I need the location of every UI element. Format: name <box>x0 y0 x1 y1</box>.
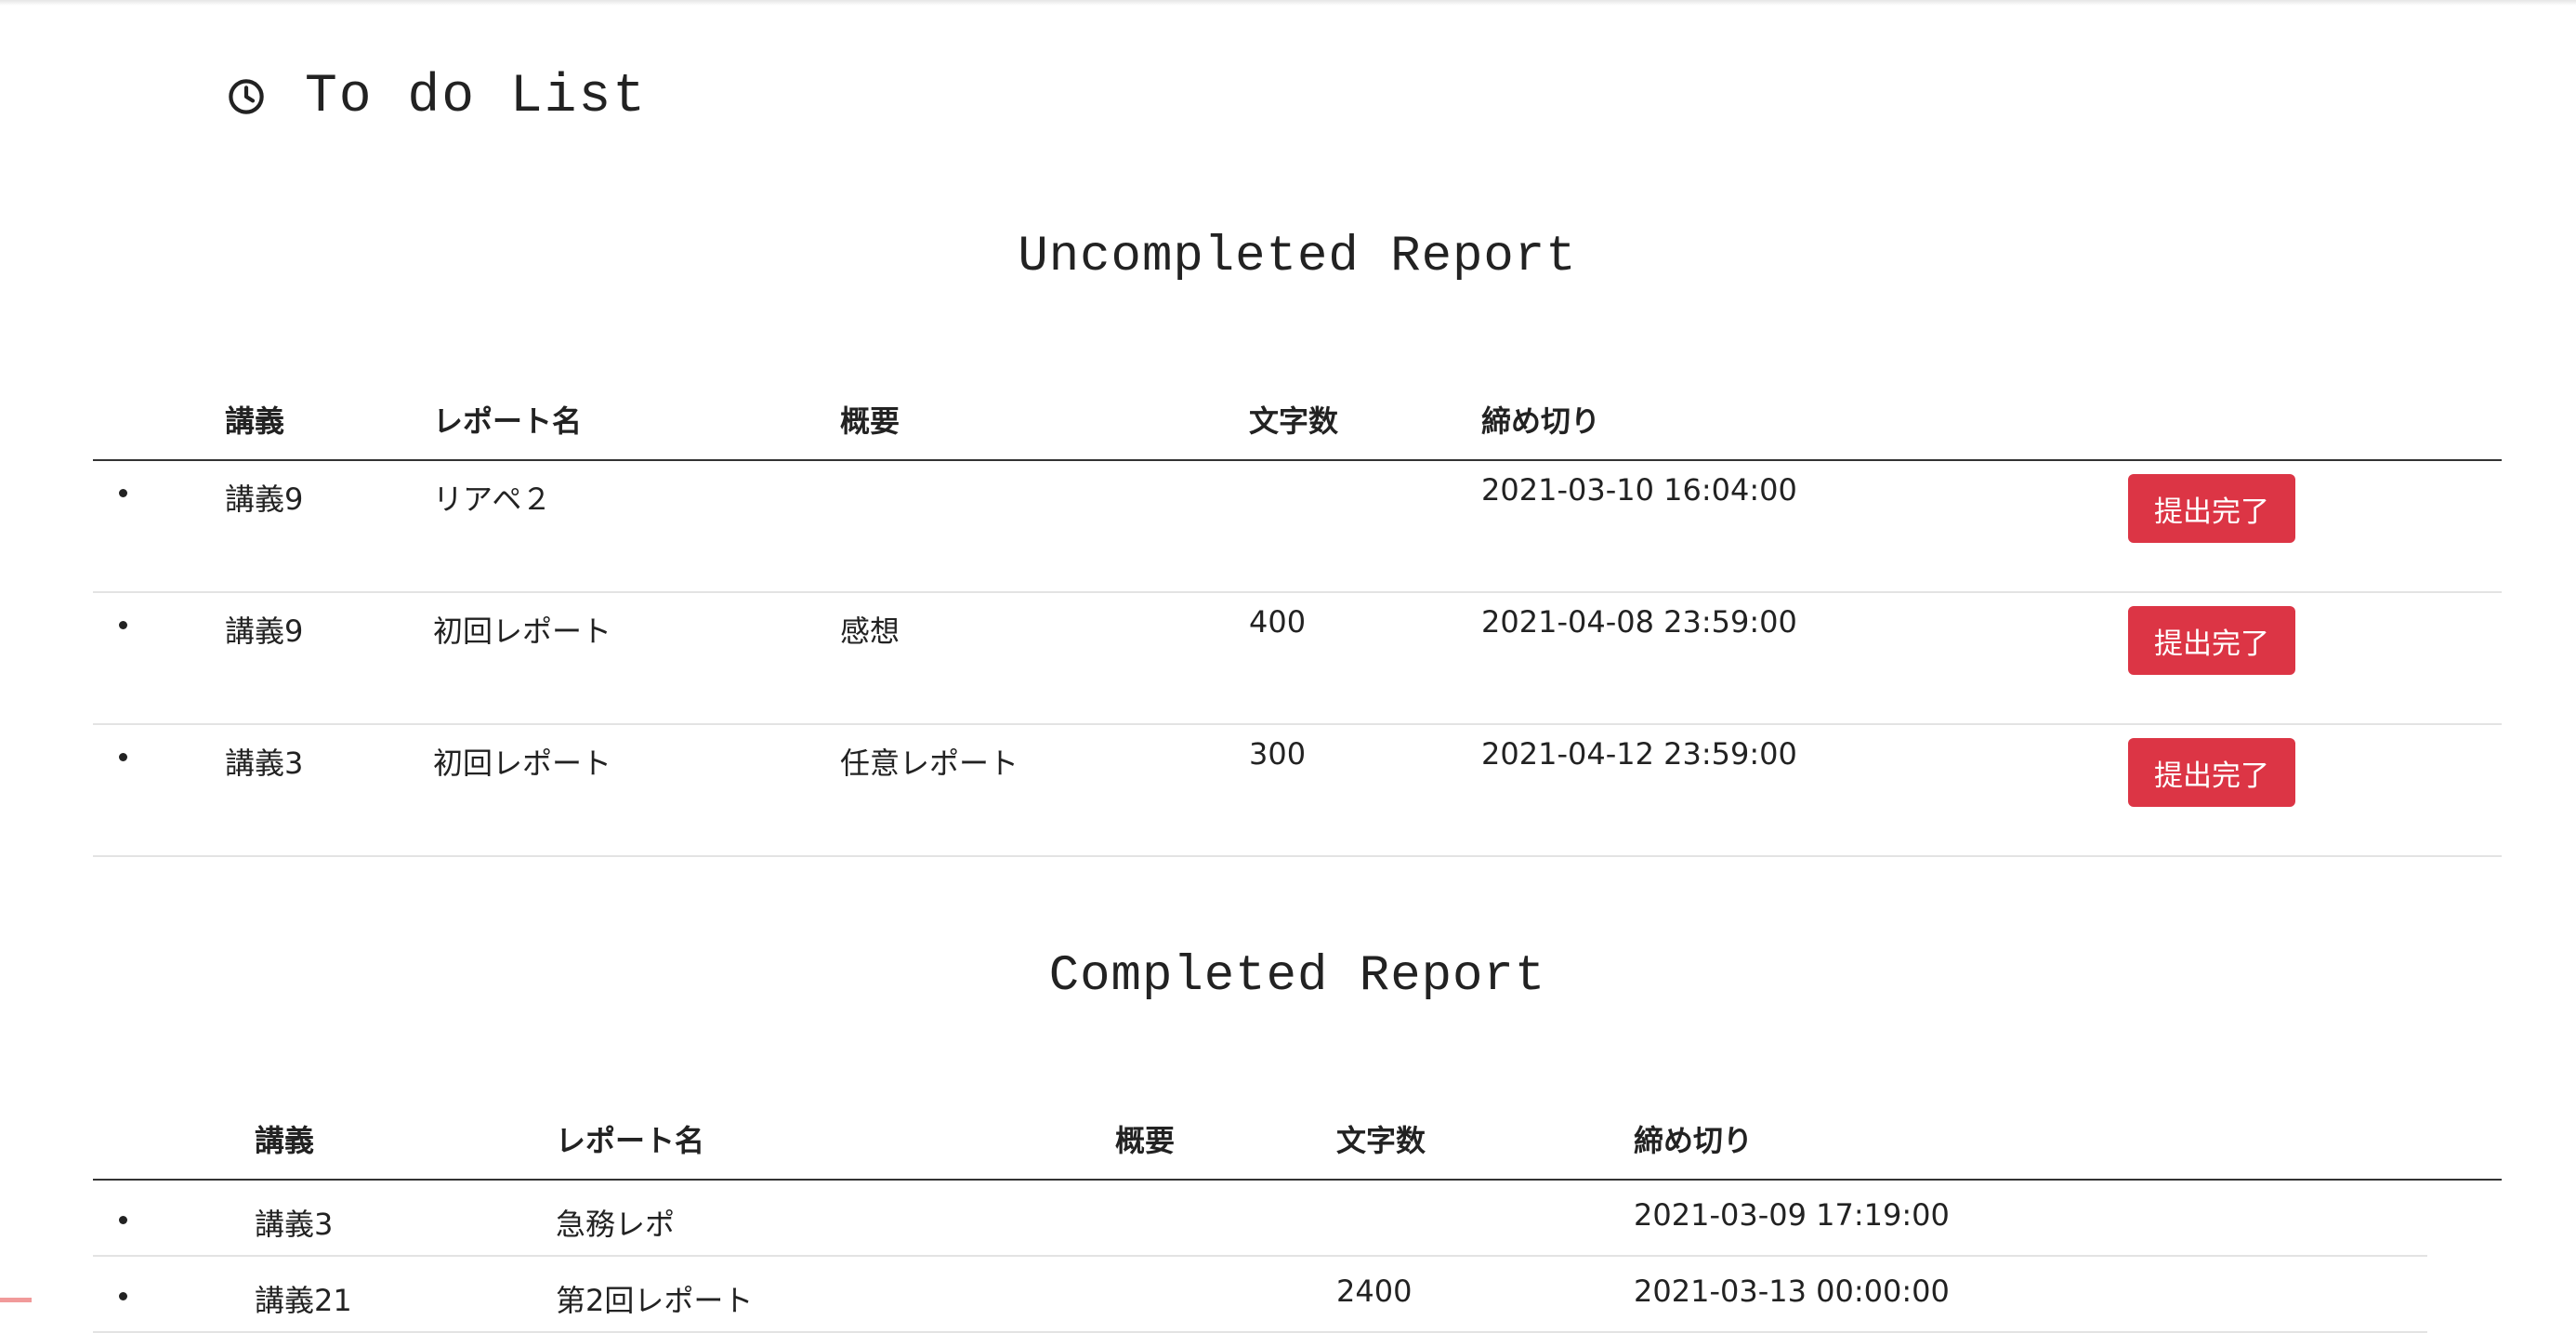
table-row: 講義9 リアペ２ 2021-03-10 16:04:00 提出完了 <box>93 461 2502 593</box>
cell-report-name: 初回レポート <box>433 614 612 649</box>
top-shadow <box>0 0 2576 6</box>
cell-char-count: 400 <box>1249 604 1307 640</box>
cell-lecture: 講義3 <box>225 746 304 781</box>
cell-summary: 感想 <box>840 614 900 649</box>
bullet-icon <box>119 1216 127 1224</box>
cell-lecture: 講義9 <box>225 614 304 649</box>
cell-char-count: 2400 <box>1336 1274 1413 1309</box>
submit-complete-button[interactable]: 提出完了 <box>2128 606 2295 675</box>
column-header-char-count: 文字数 <box>1249 403 1339 439</box>
completed-section-title: Completed Report <box>1048 948 1546 1005</box>
cell-lecture: 講義3 <box>255 1207 334 1242</box>
cell-deadline: 2021-03-10 16:04:00 <box>1481 472 1797 508</box>
column-header-report-name: レポート名 <box>556 1123 705 1158</box>
cell-deadline: 2021-04-08 23:59:00 <box>1481 604 1797 640</box>
cell-deadline: 2021-04-12 23:59:00 <box>1481 736 1797 772</box>
cell-report-name: 初回レポート <box>433 746 612 781</box>
table-header-row: 講義 レポート名 概要 文字数 締め切り <box>93 372 2502 461</box>
column-header-summary: 概要 <box>1115 1123 1176 1158</box>
column-header-lecture: 講義 <box>225 403 285 439</box>
submit-complete-button[interactable]: 提出完了 <box>2128 474 2295 543</box>
clock-icon <box>229 79 264 114</box>
column-header-char-count: 文字数 <box>1336 1123 1426 1158</box>
cell-deadline: 2021-03-13 00:00:00 <box>1634 1274 1950 1309</box>
column-header-summary: 概要 <box>840 403 900 439</box>
column-header-deadline: 締め切り <box>1634 1123 1754 1158</box>
cell-report-name: リアペ２ <box>433 482 552 517</box>
app-header: To do List <box>227 59 647 134</box>
cell-lecture: 講義21 <box>255 1283 352 1318</box>
uncompleted-table: 講義 レポート名 概要 文字数 締め切り 講義9 リアペ２ 2021-03-10… <box>93 372 2502 857</box>
uncompleted-section-title: Uncompleted Report <box>1018 229 1577 285</box>
cell-lecture: 講義9 <box>225 482 304 517</box>
bullet-icon <box>119 1292 127 1300</box>
app-title: To do List <box>305 66 648 127</box>
bullet-icon <box>119 621 127 629</box>
cell-summary: 任意レポート <box>840 746 1019 781</box>
cell-deadline: 2021-03-09 17:19:00 <box>1634 1197 1950 1233</box>
cell-char-count: 300 <box>1249 736 1307 772</box>
table-row: 講義21 第2回レポート 2400 2021-03-13 00:00:00 <box>93 1257 2427 1333</box>
submit-complete-button[interactable]: 提出完了 <box>2128 738 2295 807</box>
page: To do List Uncompleted Report 講義 レポート名 概… <box>0 0 2576 1333</box>
bullet-icon <box>119 489 127 497</box>
column-header-lecture: 講義 <box>255 1123 315 1158</box>
column-header-deadline: 締め切り <box>1481 403 1601 439</box>
cell-report-name: 急務レポ <box>556 1207 676 1242</box>
table-row: 講義3 初回レポート 任意レポート 300 2021-04-12 23:59:0… <box>93 725 2502 857</box>
cell-report-name: 第2回レポート <box>556 1283 754 1318</box>
completed-table: 講義 レポート名 概要 文字数 締め切り 講義3 急務レポ 2021-03-09… <box>93 1091 2502 1333</box>
table-row: 講義3 急務レポ 2021-03-09 17:19:00 <box>93 1181 2427 1257</box>
bullet-icon <box>119 753 127 761</box>
column-header-report-name: レポート名 <box>433 403 583 439</box>
corner-widget-icon[interactable] <box>0 1298 32 1333</box>
table-header-row: 講義 レポート名 概要 文字数 締め切り <box>93 1091 2502 1181</box>
table-row: 講義9 初回レポート 感想 400 2021-04-08 23:59:00 提出… <box>93 593 2502 725</box>
